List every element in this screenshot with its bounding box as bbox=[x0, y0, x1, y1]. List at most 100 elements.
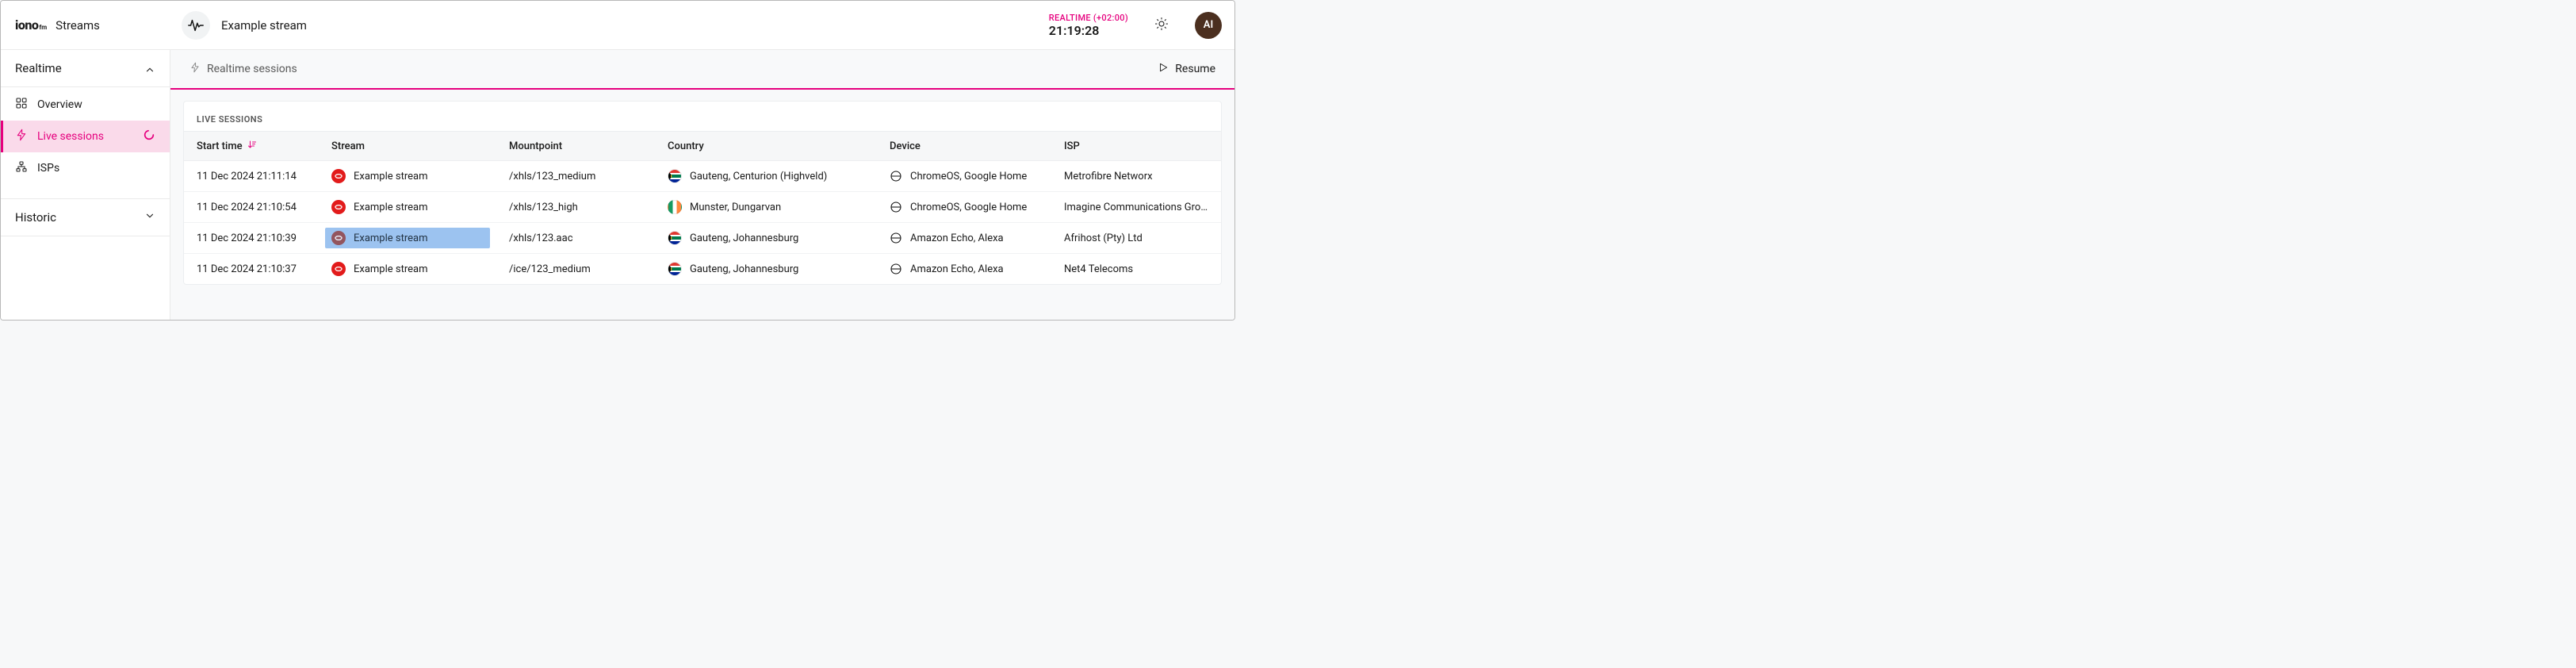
sidebar-item-label: Live sessions bbox=[37, 130, 104, 143]
col-label: Stream bbox=[331, 140, 365, 152]
sun-icon bbox=[1154, 17, 1169, 34]
sidebar-group-label: Realtime bbox=[15, 61, 62, 75]
col-label: Device bbox=[890, 140, 921, 152]
country-label: Gauteng, Centurion (Highveld) bbox=[690, 171, 827, 182]
col-device[interactable]: Device bbox=[877, 132, 1051, 161]
tab-realtime-sessions[interactable]: Realtime sessions bbox=[189, 62, 297, 76]
brand[interactable]: iono fm Streams bbox=[15, 17, 174, 33]
realtime-tz-label: REALTIME (+02:00) bbox=[1049, 13, 1128, 23]
network-icon bbox=[15, 160, 28, 176]
tab-label: Realtime sessions bbox=[207, 63, 297, 75]
col-label: Mountpoint bbox=[509, 140, 562, 152]
col-mountpoint[interactable]: Mountpoint bbox=[496, 132, 655, 161]
stream-name: Example stream bbox=[221, 18, 307, 33]
col-label: ISP bbox=[1064, 140, 1080, 152]
chevron-up-icon bbox=[144, 61, 155, 75]
topbar: iono fm Streams Example stream REALTIME … bbox=[1, 1, 1234, 50]
cell-country: Gauteng, Johannesburg bbox=[655, 254, 877, 285]
device-label: Amazon Echo, Alexa bbox=[910, 232, 1004, 244]
dashboard-icon bbox=[15, 97, 28, 113]
sidebar: Realtime Overview Live sessions bbox=[1, 50, 170, 320]
play-icon bbox=[1158, 62, 1169, 76]
device-label: Amazon Echo, Alexa bbox=[910, 263, 1004, 275]
bolt-icon bbox=[189, 62, 201, 76]
cell-country: Munster, Dungarvan bbox=[655, 192, 877, 223]
cell-device: ChromeOS, Google Home bbox=[877, 161, 1051, 192]
device-icon bbox=[890, 170, 902, 182]
realtime-clock: REALTIME (+02:00) 21:19:28 bbox=[1049, 13, 1128, 38]
device-icon bbox=[890, 201, 902, 213]
sidebar-item-isps[interactable]: ISPs bbox=[1, 152, 170, 184]
cell-country: Gauteng, Johannesburg bbox=[655, 223, 877, 254]
cell-start-time: 11 Dec 2024 21:10:39 bbox=[184, 223, 319, 254]
stream-label: Example stream bbox=[354, 171, 428, 182]
table-row[interactable]: 11 Dec 2024 21:11:14 Example stream /xhl… bbox=[184, 161, 1221, 192]
flag-ie-icon bbox=[668, 200, 682, 214]
sessions-card: LIVE SESSIONS Start time bbox=[183, 101, 1222, 285]
cell-country: Gauteng, Centurion (Highveld) bbox=[655, 161, 877, 192]
country-label: Gauteng, Johannesburg bbox=[690, 232, 798, 244]
live-dot-icon bbox=[331, 200, 346, 214]
brand-suffix: fm bbox=[39, 24, 47, 32]
stream-label: Example stream bbox=[354, 263, 428, 275]
cell-mountpoint: /xhls/123_medium bbox=[496, 161, 655, 192]
device-label: ChromeOS, Google Home bbox=[910, 202, 1027, 213]
col-start-time[interactable]: Start time bbox=[184, 132, 319, 161]
cell-start-time: 11 Dec 2024 21:11:14 bbox=[184, 161, 319, 192]
waveform-icon bbox=[182, 11, 210, 40]
sidebar-item-label: ISPs bbox=[37, 162, 59, 175]
stream-label: Example stream bbox=[354, 232, 428, 244]
cell-device: Amazon Echo, Alexa bbox=[877, 254, 1051, 285]
sidebar-item-overview[interactable]: Overview bbox=[1, 89, 170, 121]
live-dot-icon bbox=[331, 262, 346, 276]
cell-mountpoint: /xhls/123_high bbox=[496, 192, 655, 223]
resume-button[interactable]: Resume bbox=[1158, 62, 1215, 76]
live-dot-icon bbox=[331, 231, 346, 245]
main: Realtime sessions Resume LIVE SESSIONS bbox=[170, 50, 1234, 320]
col-country[interactable]: Country bbox=[655, 132, 877, 161]
brand-section: Streams bbox=[56, 18, 100, 33]
col-isp[interactable]: ISP bbox=[1051, 132, 1221, 161]
spinner-icon bbox=[143, 129, 155, 144]
table-row[interactable]: 11 Dec 2024 21:10:54 Example stream /xhl… bbox=[184, 192, 1221, 223]
realtime-time: 21:19:28 bbox=[1049, 23, 1128, 38]
avatar-initials: AI bbox=[1204, 19, 1213, 31]
cell-stream: Example stream bbox=[319, 254, 496, 285]
theme-toggle[interactable] bbox=[1147, 11, 1176, 40]
sidebar-item-live-sessions[interactable]: Live sessions bbox=[1, 121, 170, 152]
topbar-right: REALTIME (+02:00) 21:19:28 bbox=[1049, 11, 1222, 40]
flag-za-icon bbox=[668, 262, 682, 276]
col-label: Country bbox=[668, 140, 704, 152]
sidebar-group-realtime[interactable]: Realtime bbox=[1, 52, 170, 85]
device-icon bbox=[890, 263, 902, 275]
country-label: Munster, Dungarvan bbox=[690, 202, 781, 213]
cell-device: Amazon Echo, Alexa bbox=[877, 223, 1051, 254]
avatar[interactable]: AI bbox=[1195, 12, 1222, 39]
bolt-icon bbox=[15, 129, 28, 144]
tabbar: Realtime sessions Resume bbox=[170, 50, 1234, 90]
table-row[interactable]: 11 Dec 2024 21:10:39 Example stream /xhl… bbox=[184, 223, 1221, 254]
card-title: LIVE SESSIONS bbox=[184, 102, 1221, 131]
cell-isp: Metrofibre Networx bbox=[1051, 161, 1221, 192]
sidebar-group-historic[interactable]: Historic bbox=[1, 201, 170, 234]
live-dot-icon bbox=[331, 169, 346, 183]
table-row[interactable]: 11 Dec 2024 21:10:37 Example stream /ice… bbox=[184, 254, 1221, 285]
sort-desc-icon bbox=[247, 140, 257, 152]
cell-isp: Net4 Telecoms bbox=[1051, 254, 1221, 285]
cell-isp: Imagine Communications Group Li… bbox=[1051, 192, 1221, 223]
flag-za-icon bbox=[668, 169, 682, 183]
country-label: Gauteng, Johannesburg bbox=[690, 263, 798, 275]
stream-context[interactable]: Example stream bbox=[182, 11, 307, 40]
cell-mountpoint: /ice/123_medium bbox=[496, 254, 655, 285]
resume-label: Resume bbox=[1175, 63, 1215, 75]
cell-stream: Example stream bbox=[319, 161, 496, 192]
device-label: ChromeOS, Google Home bbox=[910, 171, 1027, 182]
col-label: Start time bbox=[197, 140, 243, 152]
stream-label: Example stream bbox=[354, 202, 428, 213]
sidebar-group-label: Historic bbox=[15, 210, 56, 225]
col-stream[interactable]: Stream bbox=[319, 132, 496, 161]
cell-stream: Example stream bbox=[319, 192, 496, 223]
sidebar-item-label: Overview bbox=[37, 98, 82, 111]
cell-start-time: 11 Dec 2024 21:10:54 bbox=[184, 192, 319, 223]
sessions-table: Start time bbox=[184, 131, 1221, 284]
